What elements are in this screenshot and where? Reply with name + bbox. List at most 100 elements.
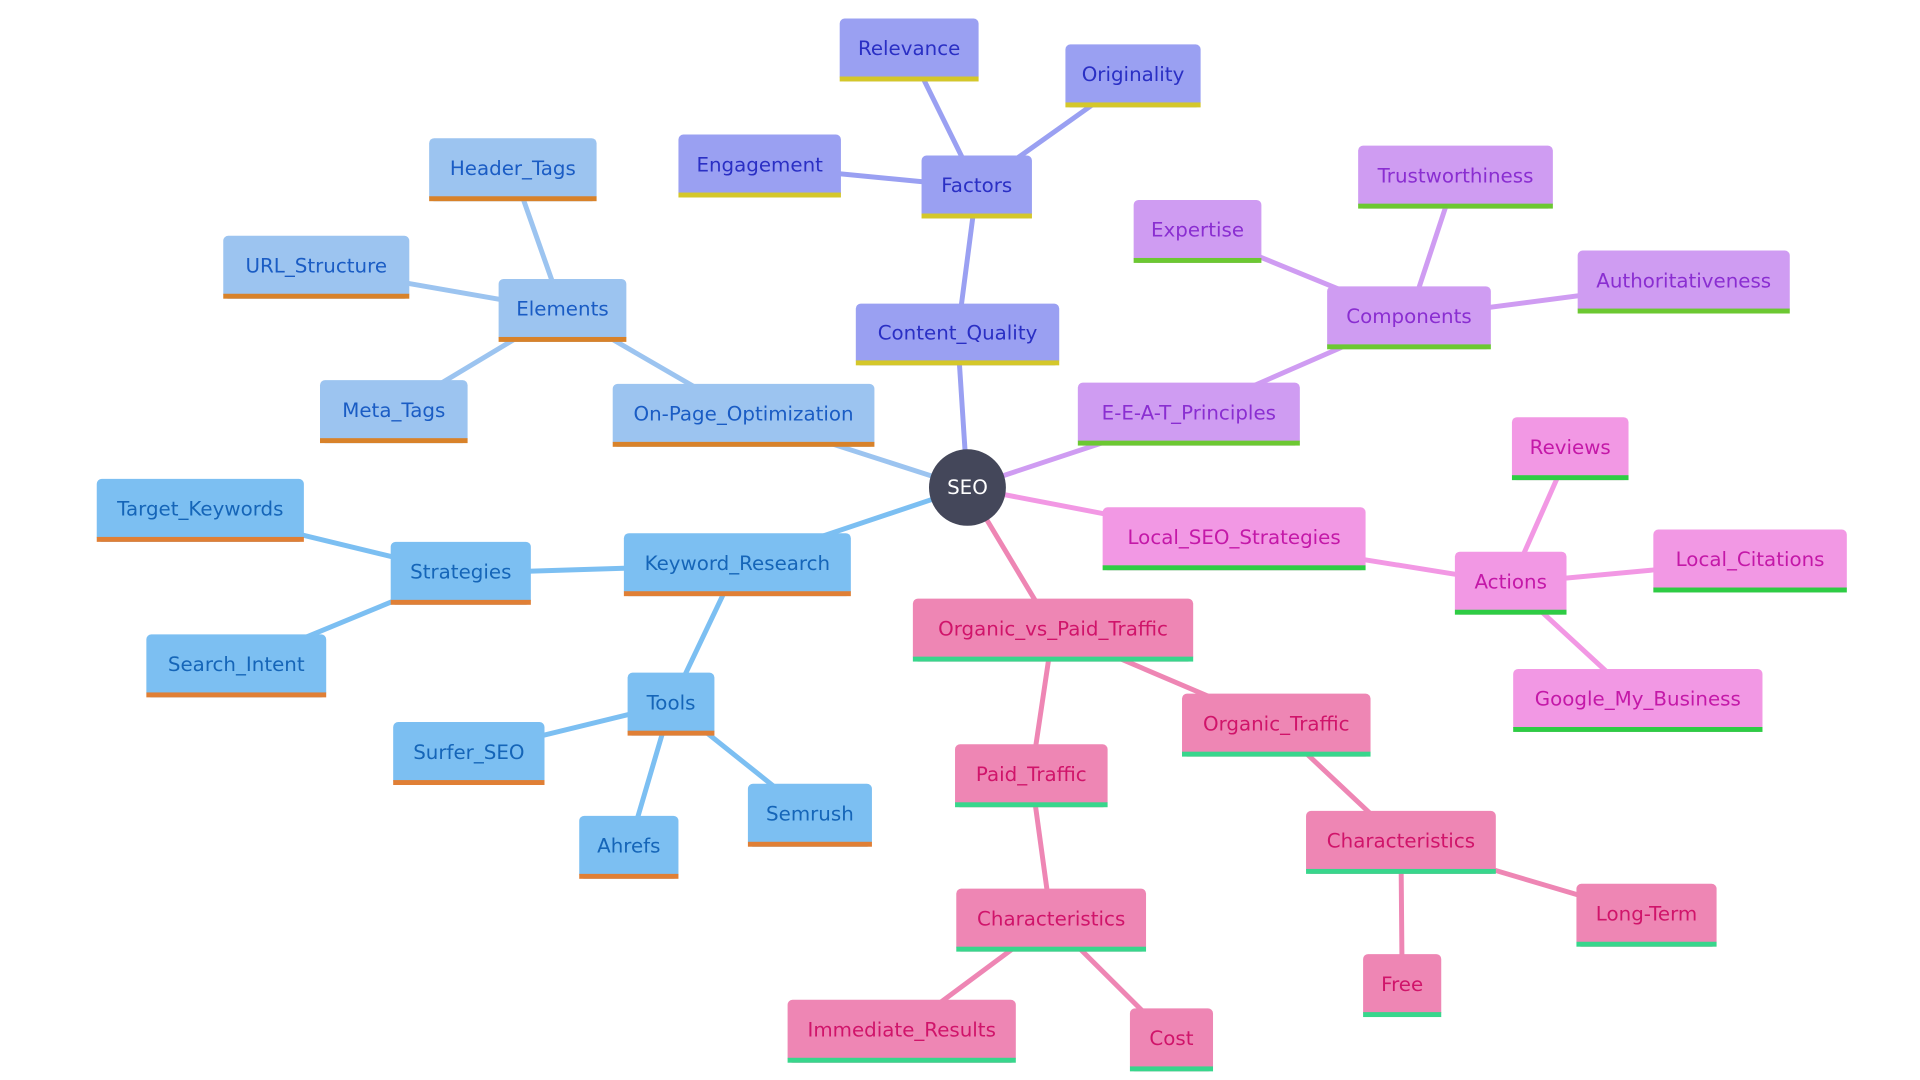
node-immediate-results[interactable]: Immediate_Results [787, 999, 1016, 1063]
node-underline [623, 591, 851, 597]
node-label: Google_My_Business [1535, 688, 1741, 711]
node-label: Semrush [766, 803, 854, 826]
node-label: Reviews [1530, 436, 1611, 459]
node-label: Organic_Traffic [1203, 712, 1350, 735]
node-label: URL_Structure [246, 255, 387, 278]
node-google-my-business[interactable]: Google_My_Business [1513, 668, 1763, 732]
node-label: Ahrefs [597, 835, 660, 858]
node-label: E-E-A-T_Principles [1102, 401, 1276, 424]
node-local-seo[interactable]: Local_SEO_Strategies [1102, 507, 1366, 571]
node-underline [1576, 941, 1717, 947]
node-underline [1454, 609, 1567, 615]
node-surfer-seo[interactable]: Surfer_SEO [393, 722, 545, 786]
node-keyword-research[interactable]: Keyword_Research [623, 533, 851, 597]
node-label: Originality [1082, 63, 1185, 86]
node-organic-vs-paid[interactable]: Organic_vs_Paid_Traffic [912, 598, 1194, 662]
node-paid-characteristics[interactable]: Characteristics [956, 888, 1147, 952]
node-label: Authoritativeness [1596, 269, 1771, 292]
node-underline [839, 76, 979, 82]
node-underline [146, 692, 327, 698]
node-free[interactable]: Free [1363, 954, 1442, 1018]
node-components[interactable]: Components [1327, 286, 1491, 350]
node-paid-traffic[interactable]: Paid_Traffic [955, 744, 1108, 808]
node-underline [1327, 344, 1491, 350]
node-engagement[interactable]: Engagement [678, 134, 841, 198]
node-relevance[interactable]: Relevance [839, 18, 979, 82]
node-label: Paid_Traffic [976, 763, 1087, 786]
mindmap-canvas: Content_Quality Factors Relevance Originali… [96, 18, 1847, 1072]
node-url-structure[interactable]: URL_Structure [223, 235, 410, 299]
node-label: Components [1346, 305, 1471, 328]
node-reviews[interactable]: Reviews [1511, 417, 1629, 481]
node-label: Target_Keywords [116, 498, 283, 521]
node-root-seo[interactable]: SEO [928, 449, 1006, 526]
node-label: Tools [646, 691, 696, 714]
node-target-keywords[interactable]: Target_Keywords [96, 478, 304, 542]
node-meta-tags[interactable]: Meta_Tags [320, 380, 468, 444]
node-underline [855, 360, 1060, 366]
node-originality[interactable]: Originality [1065, 44, 1201, 108]
node-actions[interactable]: Actions [1454, 551, 1567, 615]
node-underline [579, 873, 679, 879]
node-strategies[interactable]: Strategies [390, 541, 531, 605]
node-on-page[interactable]: On-Page_Optimization [612, 383, 875, 447]
node-organic-traffic[interactable]: Organic_Traffic [1182, 693, 1371, 757]
node-cost[interactable]: Cost [1129, 1008, 1214, 1072]
node-underline [1102, 565, 1366, 571]
node-underline [678, 192, 841, 198]
node-authoritativeness[interactable]: Authoritativeness [1577, 250, 1790, 314]
node-content-quality[interactable]: Content_Quality [855, 303, 1060, 366]
node-label: Characteristics [1327, 830, 1475, 853]
node-expertise[interactable]: Expertise [1133, 199, 1262, 263]
node-underline [1653, 587, 1847, 593]
node-eeat[interactable]: E-E-A-T_Principles [1077, 382, 1300, 446]
node-label: Local_Citations [1676, 548, 1825, 571]
node-underline [1511, 475, 1629, 481]
node-underline [1129, 1066, 1214, 1072]
node-factors[interactable]: Factors [921, 155, 1032, 219]
node-label: Free [1381, 973, 1423, 996]
node-local-citations[interactable]: Local_Citations [1653, 529, 1847, 593]
node-ahrefs[interactable]: Ahrefs [579, 815, 679, 879]
node-label: Meta_Tags [342, 399, 445, 422]
node-long-term[interactable]: Long-Term [1576, 883, 1717, 947]
node-underline [1133, 257, 1262, 263]
node-label: Elements [516, 298, 608, 321]
node-semrush[interactable]: Semrush [747, 783, 872, 847]
node-underline [1363, 1012, 1442, 1018]
node-search-intent[interactable]: Search_Intent [146, 634, 327, 698]
node-underline [1358, 203, 1553, 209]
node-organic-characteristics[interactable]: Characteristics [1306, 810, 1496, 874]
node-label: Trustworthiness [1377, 164, 1534, 187]
node-underline [320, 438, 468, 444]
node-label: On-Page_Optimization [634, 403, 854, 426]
root-label: SEO [947, 476, 988, 499]
node-underline [1065, 102, 1201, 108]
node-underline [390, 599, 531, 605]
nodes-layer: Content_Quality Factors Relevance Originali… [96, 18, 1847, 1072]
node-underline [612, 441, 875, 447]
node-underline [1577, 308, 1790, 314]
node-underline [1306, 868, 1496, 874]
node-underline [498, 336, 627, 342]
node-underline [747, 841, 872, 847]
node-label: Surfer_SEO [413, 741, 524, 764]
node-label: Content_Quality [878, 322, 1038, 345]
node-label: Characteristics [977, 907, 1125, 930]
node-header-tags[interactable]: Header_Tags [429, 138, 597, 202]
node-label: Long-Term [1596, 903, 1697, 926]
node-underline [96, 536, 304, 542]
node-label: Organic_vs_Paid_Traffic [938, 617, 1168, 640]
node-underline [429, 196, 597, 202]
node-tools[interactable]: Tools [627, 672, 715, 736]
node-underline [1077, 440, 1300, 446]
node-label: Immediate_Results [807, 1019, 995, 1042]
node-label: Actions [1474, 570, 1546, 593]
node-elements[interactable]: Elements [498, 278, 627, 342]
node-label: Search_Intent [168, 653, 305, 676]
node-underline [956, 946, 1147, 952]
node-underline [955, 802, 1108, 808]
node-label: Expertise [1151, 219, 1244, 242]
node-trustworthiness[interactable]: Trustworthiness [1358, 145, 1553, 209]
node-underline [921, 213, 1032, 219]
